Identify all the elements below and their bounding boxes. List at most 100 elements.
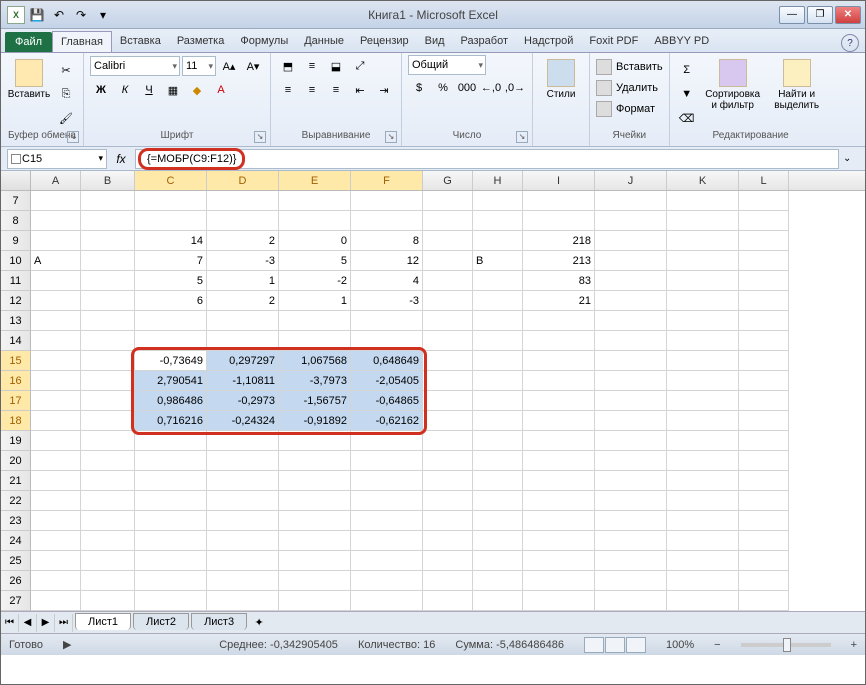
cell-J25[interactable] xyxy=(595,551,667,571)
cell-F16[interactable]: -2,05405 xyxy=(351,371,423,391)
cell-B18[interactable] xyxy=(81,411,135,431)
cell-E26[interactable] xyxy=(279,571,351,591)
font-name-combo[interactable]: Calibri xyxy=(90,56,180,76)
copy-icon[interactable]: ⎘ xyxy=(55,83,77,105)
cell-A8[interactable] xyxy=(31,211,81,231)
view-normal-button[interactable] xyxy=(584,637,604,653)
cell-L8[interactable] xyxy=(739,211,789,231)
cell-L10[interactable] xyxy=(739,251,789,271)
cell-E22[interactable] xyxy=(279,491,351,511)
row-header-7[interactable]: 7 xyxy=(1,191,31,211)
cell-F17[interactable]: -0,64865 xyxy=(351,391,423,411)
cell-J20[interactable] xyxy=(595,451,667,471)
cell-H26[interactable] xyxy=(473,571,523,591)
redo-icon[interactable]: ↷ xyxy=(71,5,91,25)
row-header-16[interactable]: 16 xyxy=(1,371,31,391)
cell-I26[interactable] xyxy=(523,571,595,591)
cell-D16[interactable]: -1,10811 xyxy=(207,371,279,391)
col-header-E[interactable]: E xyxy=(279,171,351,190)
cell-L14[interactable] xyxy=(739,331,789,351)
ribbon-tab-разработ[interactable]: Разработ xyxy=(453,31,516,52)
fill-color-icon[interactable]: ◆ xyxy=(186,79,208,101)
cell-D23[interactable] xyxy=(207,511,279,531)
row-header-19[interactable]: 19 xyxy=(1,431,31,451)
name-box[interactable]: C15▾ xyxy=(7,149,107,169)
cell-D25[interactable] xyxy=(207,551,279,571)
grow-font-icon[interactable]: A▴ xyxy=(218,55,240,77)
cell-G23[interactable] xyxy=(423,511,473,531)
cell-J24[interactable] xyxy=(595,531,667,551)
cell-H24[interactable] xyxy=(473,531,523,551)
cell-H18[interactable] xyxy=(473,411,523,431)
cell-A24[interactable] xyxy=(31,531,81,551)
cell-A19[interactable] xyxy=(31,431,81,451)
italic-button[interactable]: К xyxy=(114,79,136,101)
cut-icon[interactable]: ✂ xyxy=(55,59,77,81)
cell-L12[interactable] xyxy=(739,291,789,311)
cell-H7[interactable] xyxy=(473,191,523,211)
cell-C26[interactable] xyxy=(135,571,207,591)
cell-A25[interactable] xyxy=(31,551,81,571)
cell-K21[interactable] xyxy=(667,471,739,491)
cell-J13[interactable] xyxy=(595,311,667,331)
styles-button[interactable]: Стили xyxy=(539,55,583,100)
delete-cells-button[interactable]: Удалить xyxy=(596,78,658,98)
cell-F19[interactable] xyxy=(351,431,423,451)
dec-decimal-icon[interactable]: ,0→ xyxy=(504,77,526,99)
cell-F14[interactable] xyxy=(351,331,423,351)
cell-G25[interactable] xyxy=(423,551,473,571)
cell-J17[interactable] xyxy=(595,391,667,411)
cell-L18[interactable] xyxy=(739,411,789,431)
cell-E21[interactable] xyxy=(279,471,351,491)
cell-D14[interactable] xyxy=(207,331,279,351)
cell-G20[interactable] xyxy=(423,451,473,471)
cell-K7[interactable] xyxy=(667,191,739,211)
sheet-last-icon[interactable]: ⏭ xyxy=(55,614,73,632)
ribbon-tab-разметка[interactable]: Разметка xyxy=(169,31,233,52)
cell-I24[interactable] xyxy=(523,531,595,551)
cell-K16[interactable] xyxy=(667,371,739,391)
col-header-H[interactable]: H xyxy=(473,171,523,190)
cell-D11[interactable]: 1 xyxy=(207,271,279,291)
format-cells-button[interactable]: Формат xyxy=(596,99,655,119)
cell-I23[interactable] xyxy=(523,511,595,531)
cell-A15[interactable] xyxy=(31,351,81,371)
row-header-20[interactable]: 20 xyxy=(1,451,31,471)
row-header-14[interactable]: 14 xyxy=(1,331,31,351)
cell-A22[interactable] xyxy=(31,491,81,511)
cell-J27[interactable] xyxy=(595,591,667,611)
cell-F15[interactable]: 0,648649 xyxy=(351,351,423,371)
cell-C25[interactable] xyxy=(135,551,207,571)
status-macro-icon[interactable]: ▶ xyxy=(63,638,71,651)
cell-B24[interactable] xyxy=(81,531,135,551)
align-middle-icon[interactable]: ≡ xyxy=(301,55,323,77)
cell-J18[interactable] xyxy=(595,411,667,431)
cell-H9[interactable] xyxy=(473,231,523,251)
row-header-12[interactable]: 12 xyxy=(1,291,31,311)
cell-G13[interactable] xyxy=(423,311,473,331)
row-header-18[interactable]: 18 xyxy=(1,411,31,431)
cell-L11[interactable] xyxy=(739,271,789,291)
cell-H15[interactable] xyxy=(473,351,523,371)
select-all-corner[interactable] xyxy=(1,171,31,190)
cell-F13[interactable] xyxy=(351,311,423,331)
cell-K10[interactable] xyxy=(667,251,739,271)
cell-K11[interactable] xyxy=(667,271,739,291)
indent-dec-icon[interactable]: ⇤ xyxy=(349,79,371,101)
cell-G27[interactable] xyxy=(423,591,473,611)
cell-G26[interactable] xyxy=(423,571,473,591)
currency-icon[interactable]: $ xyxy=(408,77,430,99)
cell-J9[interactable] xyxy=(595,231,667,251)
cell-A16[interactable] xyxy=(31,371,81,391)
row-header-25[interactable]: 25 xyxy=(1,551,31,571)
dialog-launcher-icon[interactable]: ↘ xyxy=(385,131,397,143)
row-header-21[interactable]: 21 xyxy=(1,471,31,491)
cell-I21[interactable] xyxy=(523,471,595,491)
cell-J12[interactable] xyxy=(595,291,667,311)
cell-B20[interactable] xyxy=(81,451,135,471)
orientation-icon[interactable]: ⤢ xyxy=(349,55,371,77)
cell-B23[interactable] xyxy=(81,511,135,531)
cell-J14[interactable] xyxy=(595,331,667,351)
font-color-icon[interactable]: A xyxy=(210,79,232,101)
fx-button[interactable]: fx xyxy=(111,152,131,166)
